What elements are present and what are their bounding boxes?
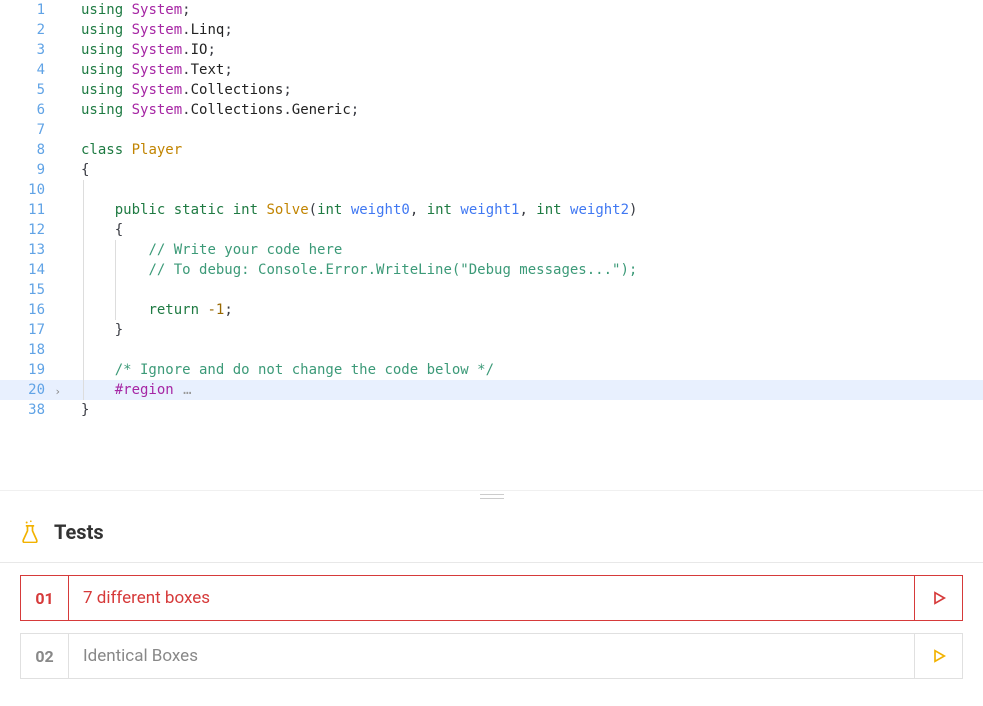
code-line[interactable]: 4using System.Text; xyxy=(0,60,983,80)
code-text[interactable]: using System.IO; xyxy=(63,40,216,60)
test-row[interactable]: 017 different boxes xyxy=(20,575,963,621)
code-text[interactable]: class Player xyxy=(63,140,182,160)
code-editor[interactable]: 1using System;2using System.Linq;3using … xyxy=(0,0,983,490)
code-text[interactable]: using System.Linq; xyxy=(63,20,233,40)
code-text[interactable]: using System.Text; xyxy=(63,60,233,80)
code-line[interactable]: 17 } xyxy=(0,320,983,340)
line-number: 3 xyxy=(0,40,63,60)
line-number: 38 xyxy=(0,400,63,420)
code-line[interactable]: 12 { xyxy=(0,220,983,240)
line-number: 20› xyxy=(0,380,63,400)
test-label: Identical Boxes xyxy=(69,634,914,678)
code-text[interactable]: using System.Collections.Generic; xyxy=(63,100,359,120)
code-text[interactable]: /* Ignore and do not change the code bel… xyxy=(63,360,494,380)
test-label: 7 different boxes xyxy=(69,576,914,620)
flask-icon xyxy=(20,520,40,544)
code-text[interactable]: } xyxy=(63,400,89,420)
code-text[interactable] xyxy=(63,280,148,300)
code-text[interactable]: using System; xyxy=(63,0,191,20)
code-line[interactable]: 3using System.IO; xyxy=(0,40,983,60)
code-line[interactable]: 15 xyxy=(0,280,983,300)
line-number: 15 xyxy=(0,280,63,300)
test-number: 01 xyxy=(21,576,69,620)
code-line[interactable]: 11 public static int Solve(int weight0, … xyxy=(0,200,983,220)
code-text[interactable]: public static int Solve(int weight0, int… xyxy=(63,200,637,220)
code-line[interactable]: 1using System; xyxy=(0,0,983,20)
line-number: 9 xyxy=(0,160,63,180)
code-text[interactable]: // Write your code here xyxy=(63,240,342,260)
line-number: 11 xyxy=(0,200,63,220)
line-number: 17 xyxy=(0,320,63,340)
code-line[interactable]: 19 /* Ignore and do not change the code … xyxy=(0,360,983,380)
code-text[interactable]: { xyxy=(63,220,123,240)
line-number: 4 xyxy=(0,60,63,80)
fold-chevron-icon[interactable]: › xyxy=(54,382,61,402)
line-number: 6 xyxy=(0,100,63,120)
code-line[interactable]: 5using System.Collections; xyxy=(0,80,983,100)
play-icon[interactable] xyxy=(914,634,962,678)
code-line[interactable]: 2using System.Linq; xyxy=(0,20,983,40)
tests-panel: Tests 017 different boxes02Identical Box… xyxy=(0,502,983,679)
line-number: 8 xyxy=(0,140,63,160)
line-number: 13 xyxy=(0,240,63,260)
line-number: 12 xyxy=(0,220,63,240)
tests-title: Tests xyxy=(54,520,104,544)
line-number: 14 xyxy=(0,260,63,280)
code-line[interactable]: 38} xyxy=(0,400,983,420)
code-text[interactable] xyxy=(63,180,115,200)
panel-resize-handle[interactable] xyxy=(0,490,983,502)
line-number: 5 xyxy=(0,80,63,100)
code-text[interactable]: } xyxy=(63,320,123,340)
code-line[interactable]: 18 xyxy=(0,340,983,360)
line-number: 7 xyxy=(0,120,63,140)
code-line[interactable]: 13 // Write your code here xyxy=(0,240,983,260)
code-line[interactable]: 7 xyxy=(0,120,983,140)
code-line[interactable]: 14 // To debug: Console.Error.WriteLine(… xyxy=(0,260,983,280)
code-text[interactable]: return -1; xyxy=(63,300,233,320)
test-number: 02 xyxy=(21,634,69,678)
line-number: 19 xyxy=(0,360,63,380)
code-text[interactable] xyxy=(63,340,115,360)
code-text[interactable]: { xyxy=(63,160,89,180)
code-line[interactable]: 8class Player xyxy=(0,140,983,160)
code-line[interactable]: 16 return -1; xyxy=(0,300,983,320)
line-number: 16 xyxy=(0,300,63,320)
code-line[interactable]: 10 xyxy=(0,180,983,200)
code-text[interactable]: #region … xyxy=(63,380,193,400)
play-icon[interactable] xyxy=(914,576,962,620)
code-line[interactable]: 6using System.Collections.Generic; xyxy=(0,100,983,120)
divider xyxy=(0,562,983,563)
code-text[interactable]: using System.Collections; xyxy=(63,80,292,100)
line-number: 2 xyxy=(0,20,63,40)
test-row[interactable]: 02Identical Boxes xyxy=(20,633,963,679)
code-line[interactable]: 9{ xyxy=(0,160,983,180)
line-number: 1 xyxy=(0,0,63,20)
line-number: 18 xyxy=(0,340,63,360)
line-number: 10 xyxy=(0,180,63,200)
code-text[interactable]: // To debug: Console.Error.WriteLine("De… xyxy=(63,260,637,280)
tests-header: Tests xyxy=(0,502,983,562)
code-line[interactable]: 20› #region … xyxy=(0,380,983,400)
